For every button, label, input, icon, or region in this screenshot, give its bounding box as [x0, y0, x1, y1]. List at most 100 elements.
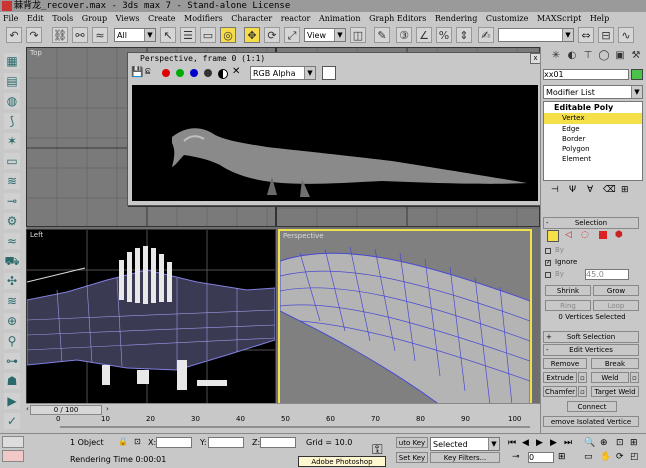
angle-spinner[interactable]: 45.0	[585, 269, 629, 280]
motor-icon[interactable]: ⚙	[4, 213, 20, 229]
remove-modifier-icon[interactable]: ⌫	[603, 185, 616, 195]
ragdoll-icon[interactable]: ☗	[4, 373, 20, 389]
menu-graph-editors[interactable]: Graph Editors	[369, 14, 426, 23]
shrink-button[interactable]: Shrink	[545, 285, 591, 296]
go-to-end-icon[interactable]: ⏭	[564, 438, 572, 448]
select-and-rotate-icon[interactable]: ⟳	[264, 27, 280, 43]
ring-button[interactable]: Ring	[545, 300, 591, 311]
plane-icon[interactable]: ▭	[4, 153, 20, 169]
go-to-start-icon[interactable]: ⏮	[508, 438, 516, 448]
stack-item-vertex[interactable]: Vertex	[544, 113, 642, 124]
hinge-icon[interactable]: ⚲	[4, 333, 20, 349]
pivot-center-icon[interactable]: ◫	[350, 27, 366, 43]
maxscript-listener[interactable]	[2, 436, 24, 448]
weld-button[interactable]: Weld	[591, 372, 629, 383]
deforming-mesh-icon[interactable]: ✶	[4, 133, 20, 149]
track-bar[interactable]: 0 10 20 30 40 50 60 70 80 90 100	[26, 415, 540, 433]
clear-icon[interactable]: ✕	[232, 66, 240, 77]
save-bitmap-icon[interactable]: 💾	[131, 67, 143, 78]
y-coordinate-field[interactable]	[208, 437, 244, 448]
maxscript-mini-listener[interactable]	[2, 450, 24, 462]
extrude-button[interactable]: Extrude	[543, 372, 577, 383]
edit-vertices-rollout-header[interactable]: - Edit Vertices	[543, 344, 639, 356]
modify-tab-icon[interactable]: ◐	[565, 49, 579, 63]
wind-icon[interactable]: ≈	[4, 233, 20, 249]
cloth-icon[interactable]: ▤	[4, 73, 20, 89]
menu-views[interactable]: Views	[116, 14, 140, 23]
unlink-icon[interactable]: ⚯	[72, 27, 88, 43]
edge-mode-icon[interactable]: ◁	[565, 230, 572, 240]
create-tab-icon[interactable]: ✳	[549, 49, 563, 63]
break-button[interactable]: Break	[591, 358, 639, 369]
stack-item-edge[interactable]: Edge	[544, 124, 642, 134]
rope-icon[interactable]: ⟆	[4, 113, 20, 129]
chamfer-settings-icon[interactable]: ▫	[578, 386, 587, 397]
curve-editor-icon[interactable]: ∿	[618, 27, 634, 43]
soft-selection-rollout-header[interactable]: + Soft Selection	[543, 331, 639, 343]
zoom-extents-icon[interactable]: ⊡	[616, 438, 624, 448]
mirror-icon[interactable]: ⇔	[578, 27, 594, 43]
extrude-settings-icon[interactable]: ▫	[578, 372, 587, 383]
menu-modifiers[interactable]: Modifiers	[184, 14, 223, 23]
spinner-snap-icon[interactable]: ⇕	[456, 27, 472, 43]
prev-frame-icon[interactable]: ‹	[26, 405, 29, 413]
spring-icon[interactable]: ≋	[4, 173, 20, 189]
menu-file[interactable]: File	[3, 14, 18, 23]
by-vertex-checkbox[interactable]	[545, 248, 551, 254]
rigid-body-icon[interactable]: ▦	[4, 53, 20, 69]
stack-item-editable-poly[interactable]: Editable Poly	[544, 102, 642, 113]
alpha-channel-icon[interactable]	[204, 69, 212, 77]
angle-snap-icon[interactable]: ∠	[416, 27, 432, 43]
pan-icon[interactable]: ✋	[600, 452, 611, 462]
clone-icon[interactable]: ଛ	[145, 67, 151, 77]
rectangular-selection-icon[interactable]: ▭	[200, 27, 216, 43]
remove-isolated-vertices-button[interactable]: emove Isolated Vertice	[543, 416, 639, 427]
region-zoom-icon[interactable]: ▭	[584, 452, 593, 462]
manipulate-icon[interactable]: ✎	[374, 27, 390, 43]
utilities-tab-icon[interactable]: ⚒	[629, 49, 643, 63]
point-to-point-icon[interactable]: ⊶	[4, 353, 20, 369]
target-weld-button[interactable]: Target Weld	[591, 386, 639, 397]
monochrome-icon[interactable]	[218, 69, 228, 79]
preview-icon[interactable]: ▶	[4, 393, 20, 409]
blue-channel-icon[interactable]	[190, 69, 198, 77]
hierarchy-tab-icon[interactable]: ⊤	[581, 49, 595, 63]
menu-group[interactable]: Group	[82, 14, 107, 23]
modifier-list-dropdown[interactable]: Modifier List ▼	[543, 85, 643, 99]
remove-button[interactable]: Remove	[543, 358, 587, 369]
select-and-scale-icon[interactable]: ⤢	[284, 27, 300, 43]
zoom-extents-all-icon[interactable]: ⊞	[630, 438, 638, 448]
pin-stack-icon[interactable]: ⊣	[551, 185, 559, 195]
motion-tab-icon[interactable]: ◯	[597, 49, 611, 63]
dashpot-icon[interactable]: ⊸	[4, 193, 20, 209]
select-by-name-icon[interactable]: ☰	[180, 27, 196, 43]
zoom-all-icon[interactable]: ⊕	[600, 438, 608, 448]
water-icon[interactable]: ≋	[4, 293, 20, 309]
object-name-field[interactable]: xx01	[543, 69, 629, 80]
named-selection-icon[interactable]: ✍	[478, 27, 494, 43]
menu-rendering[interactable]: Rendering	[435, 14, 477, 23]
menu-maxscript[interactable]: MAXScript	[537, 14, 581, 23]
time-slider-thumb[interactable]: 0 / 100	[30, 405, 102, 415]
select-and-move-icon[interactable]: ✥	[244, 27, 260, 43]
arc-rotate-icon[interactable]: ⟳	[616, 452, 624, 462]
time-config-icon[interactable]: ⊞	[558, 452, 566, 462]
stack-item-border[interactable]: Border	[544, 134, 642, 144]
align-icon[interactable]: ⊟	[598, 27, 614, 43]
weld-settings-icon[interactable]: ▫	[630, 372, 639, 383]
menu-character[interactable]: Character	[231, 14, 272, 23]
z-coordinate-field[interactable]	[260, 437, 296, 448]
select-link-icon[interactable]: ⛓	[52, 27, 68, 43]
undo-icon[interactable]: ↶	[6, 27, 22, 43]
object-color-swatch[interactable]	[631, 69, 643, 80]
next-frame-icon[interactable]: ›	[106, 405, 109, 413]
by-angle-checkbox[interactable]	[545, 272, 551, 278]
redo-icon[interactable]: ↷	[26, 27, 42, 43]
selection-rollout-header[interactable]: - Selection	[543, 217, 639, 229]
viewport-left[interactable]: Left	[26, 229, 276, 405]
set-key-button[interactable]: Set Key	[396, 452, 428, 463]
selection-set-dropdown[interactable]: Selected ▼	[430, 437, 500, 451]
grow-button[interactable]: Grow	[593, 285, 639, 296]
soft-body-icon[interactable]: ◍	[4, 93, 20, 109]
menu-help[interactable]: Help	[590, 14, 609, 23]
